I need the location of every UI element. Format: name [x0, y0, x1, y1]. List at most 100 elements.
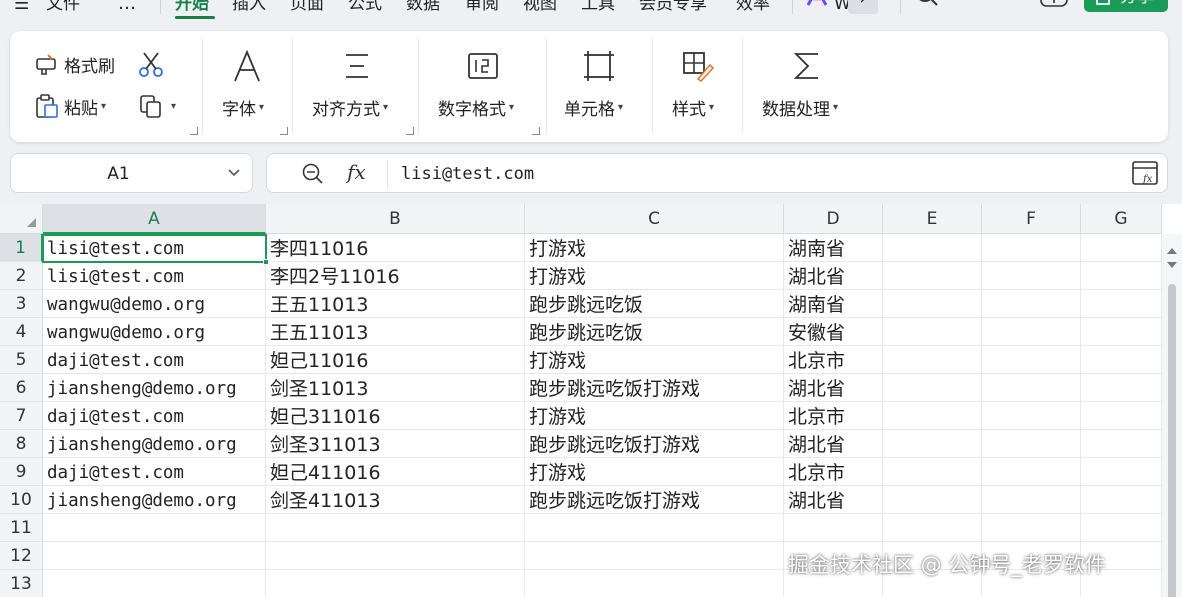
cell-b3[interactable]: 王五11013 — [266, 290, 525, 318]
tab-home[interactable]: 开始 — [175, 0, 209, 16]
expand-corner-icon[interactable] — [532, 127, 540, 135]
tab-formula[interactable]: 公式 — [348, 0, 382, 16]
cell-c8[interactable]: 跑步跳远吃饭打游戏 — [525, 430, 784, 458]
cell-g2[interactable] — [1081, 262, 1162, 290]
scroll-up-icon[interactable] — [1167, 248, 1177, 254]
cell-c12[interactable] — [525, 542, 784, 570]
cell-d5[interactable]: 北京市 — [784, 346, 883, 374]
cell-button[interactable]: 单元格 ▾ — [564, 95, 623, 120]
function-icon[interactable]: fx — [347, 160, 366, 184]
cell-g7[interactable] — [1081, 402, 1162, 430]
cell-f4[interactable] — [982, 318, 1081, 346]
row-header-3[interactable]: 3 — [0, 290, 43, 318]
search-icon[interactable] — [914, 0, 940, 8]
align-icon[interactable] — [340, 49, 374, 83]
cell-e11[interactable] — [883, 514, 982, 542]
cell-b12[interactable] — [266, 542, 525, 570]
cell-b7[interactable]: 妲己311016 — [266, 402, 525, 430]
paste-button[interactable]: 粘贴 ▾ — [34, 93, 106, 119]
cell-e10[interactable] — [883, 486, 982, 514]
cell-f5[interactable] — [982, 346, 1081, 374]
cell-f2[interactable] — [982, 262, 1081, 290]
column-header-f[interactable]: F — [982, 204, 1081, 234]
format-painter-button[interactable]: 格式刷 — [34, 51, 115, 77]
cell-a7[interactable]: daji@test.com — [43, 402, 266, 430]
cell-g5[interactable] — [1081, 346, 1162, 374]
row-header-12[interactable]: 12 — [0, 542, 43, 570]
cell-g11[interactable] — [1081, 514, 1162, 542]
cell-b4[interactable]: 王五11013 — [266, 318, 525, 346]
cell-d3[interactable]: 湖南省 — [784, 290, 883, 318]
cell-d6[interactable]: 湖北省 — [784, 374, 883, 402]
cell-c11[interactable] — [525, 514, 784, 542]
cell-a13[interactable] — [43, 570, 266, 597]
cell-b11[interactable] — [266, 514, 525, 542]
cell-f7[interactable] — [982, 402, 1081, 430]
cell-e7[interactable] — [883, 402, 982, 430]
row-header-1[interactable]: 1 — [0, 234, 43, 262]
ai-logo-icon[interactable] — [806, 0, 828, 6]
cell-a5[interactable]: daji@test.com — [43, 346, 266, 374]
cell-e2[interactable] — [883, 262, 982, 290]
number-format-button[interactable]: 数字格式 ▾ — [438, 95, 514, 120]
column-header-d[interactable]: D — [784, 204, 883, 234]
copy-button[interactable]: ▾ — [138, 93, 176, 119]
cell-g1[interactable] — [1081, 234, 1162, 262]
chevron-down-icon[interactable]: ▾ — [101, 101, 106, 112]
cell-a1[interactable]: lisi@test.com — [43, 234, 266, 262]
data-process-button[interactable]: 数据处理 ▾ — [762, 95, 838, 120]
share-button[interactable]: 分享 — [1084, 0, 1168, 12]
cell-a11[interactable] — [43, 514, 266, 542]
cell-g3[interactable] — [1081, 290, 1162, 318]
cell-b1[interactable]: 李四11016 — [266, 234, 525, 262]
menu-file[interactable]: 文件 — [46, 0, 80, 16]
row-header-8[interactable]: 8 — [0, 430, 43, 458]
cell-a8[interactable]: jiansheng@demo.org — [43, 430, 266, 458]
scroll-down-icon[interactable] — [1167, 262, 1177, 268]
cell-d2[interactable]: 湖北省 — [784, 262, 883, 290]
cell-f6[interactable] — [982, 374, 1081, 402]
cell-c1[interactable]: 打游戏 — [525, 234, 784, 262]
cell-c2[interactable]: 打游戏 — [525, 262, 784, 290]
font-icon[interactable] — [230, 49, 264, 83]
row-header-7[interactable]: 7 — [0, 402, 43, 430]
cell-g6[interactable] — [1081, 374, 1162, 402]
cell-c10[interactable]: 跑步跳远吃饭打游戏 — [525, 486, 784, 514]
chevron-down-icon[interactable]: ▾ — [171, 101, 176, 112]
row-header-2[interactable]: 2 — [0, 262, 43, 290]
number-format-icon[interactable] — [466, 49, 500, 83]
style-button[interactable]: 样式 ▾ — [672, 95, 714, 120]
cell-c13[interactable] — [525, 570, 784, 597]
cloud-upload-icon[interactable] — [1040, 0, 1068, 8]
cell-g8[interactable] — [1081, 430, 1162, 458]
cell-c4[interactable]: 跑步跳远吃饭 — [525, 318, 784, 346]
expand-corner-icon[interactable] — [406, 127, 414, 135]
cell-c9[interactable]: 打游戏 — [525, 458, 784, 486]
cell-a10[interactable]: jiansheng@demo.org — [43, 486, 266, 514]
row-header-10[interactable]: 10 — [0, 486, 43, 514]
cell-c6[interactable]: 跑步跳远吃饭打游戏 — [525, 374, 784, 402]
cell-c5[interactable]: 打游戏 — [525, 346, 784, 374]
cell-b2[interactable]: 李四2号11016 — [266, 262, 525, 290]
row-header-9[interactable]: 9 — [0, 458, 43, 486]
cell-c3[interactable]: 跑步跳远吃饭 — [525, 290, 784, 318]
zoom-out-icon[interactable] — [301, 162, 325, 186]
column-header-b[interactable]: B — [266, 204, 525, 234]
formula-input[interactable]: lisi@test.com — [401, 154, 534, 194]
expand-corner-icon[interactable] — [280, 127, 288, 135]
scissors-icon[interactable] — [136, 49, 166, 79]
cell-b6[interactable]: 剑圣11013 — [266, 374, 525, 402]
cell-b5[interactable]: 妲己11016 — [266, 346, 525, 374]
cell-a12[interactable] — [43, 542, 266, 570]
align-button[interactable]: 对齐方式 ▾ — [312, 95, 388, 120]
cell-b10[interactable]: 剑圣411013 — [266, 486, 525, 514]
cell-e5[interactable] — [883, 346, 982, 374]
tab-efficiency[interactable]: 效率 — [736, 0, 770, 16]
more-icon[interactable]: … — [118, 0, 137, 16]
tab-tools[interactable]: 工具 — [581, 0, 615, 16]
column-header-g[interactable]: G — [1081, 204, 1162, 234]
cell-a9[interactable]: daji@test.com — [43, 458, 266, 486]
select-all-corner[interactable] — [0, 204, 43, 234]
cell-f8[interactable] — [982, 430, 1081, 458]
cell-c7[interactable]: 打游戏 — [525, 402, 784, 430]
